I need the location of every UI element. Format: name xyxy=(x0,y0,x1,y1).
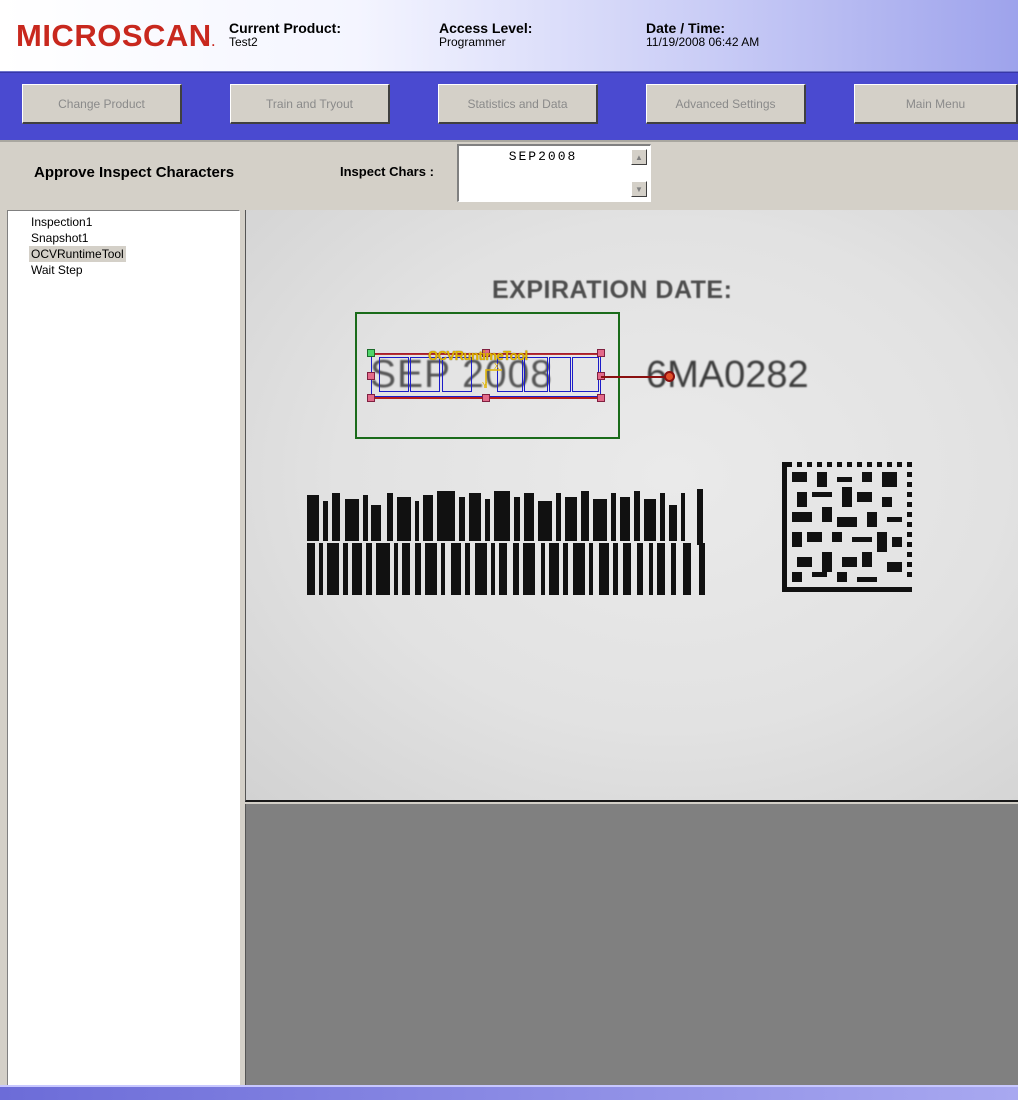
scroll-down-icon[interactable]: ▼ xyxy=(631,181,647,197)
microscan-logo: MICROSCAN. xyxy=(16,18,216,53)
tree-item-inspection1[interactable]: Inspection1 xyxy=(29,214,94,230)
current-product-value: Test2 xyxy=(229,35,258,49)
svg-text:Y: Y xyxy=(482,381,488,390)
resize-handle-icon[interactable] xyxy=(597,349,605,357)
inspection-tree: Inspection1 Snapshot1 OCVRuntimeTool Wai… xyxy=(7,210,240,1085)
svg-text:X: X xyxy=(494,362,500,371)
app-header: MICROSCAN. Current Product: Test2 Access… xyxy=(0,0,1018,72)
statistics-and-data-button[interactable]: Statistics and Data xyxy=(438,84,598,124)
rotate-handle-icon[interactable] xyxy=(367,349,375,357)
char-cell xyxy=(379,357,409,392)
current-product-block: Current Product: Test2 xyxy=(229,20,341,49)
datetime-block: Date / Time: 11/19/2008 06:42 AM xyxy=(646,20,759,49)
camera-image-view[interactable]: EXPIRATION DATE: 6MA0282 SEP 2008 OCVRun… xyxy=(245,210,1018,802)
change-product-button[interactable]: Change Product xyxy=(22,84,182,124)
inspect-chars-scrollbar[interactable]: ▲ ▼ xyxy=(631,149,647,197)
expiration-heading-text: EXPIRATION DATE: xyxy=(492,276,733,304)
train-and-tryout-button[interactable]: Train and Tryout xyxy=(230,84,390,124)
current-product-label: Current Product: xyxy=(229,20,341,36)
datetime-value: 11/19/2008 06:42 AM xyxy=(646,35,760,49)
tool-arm-line xyxy=(601,376,669,378)
resize-handle-icon[interactable] xyxy=(367,372,375,380)
resize-handle-icon[interactable] xyxy=(482,394,490,402)
tree-item-ocvruntimetool[interactable]: OCVRuntimeTool xyxy=(29,246,126,262)
page-title: Approve Inspect Characters xyxy=(34,164,235,181)
results-panel xyxy=(245,804,1018,1085)
inspect-chars-field[interactable]: SEP2008 ▲ ▼ xyxy=(457,144,651,202)
inspect-chars-value: SEP2008 xyxy=(508,149,578,164)
datetime-label: Date / Time: xyxy=(646,20,726,36)
inspect-chars-label: Inspect Chars : xyxy=(340,164,434,179)
datamatrix-image xyxy=(782,462,912,592)
char-cell xyxy=(549,357,571,392)
tree-item-snapshot1[interactable]: Snapshot1 xyxy=(29,230,90,246)
inspect-characters-bar: Approve Inspect Characters Inspect Chars… xyxy=(0,140,1018,208)
main-toolbar: Change Product Train and Tryout Statisti… xyxy=(0,72,1018,140)
scroll-up-icon[interactable]: ▲ xyxy=(631,149,647,165)
resize-handle-icon[interactable] xyxy=(597,394,605,402)
access-level-value: Programmer xyxy=(439,35,506,49)
main-menu-button[interactable]: Main Menu xyxy=(854,84,1018,124)
tool-arm-handle-icon[interactable] xyxy=(664,371,675,382)
resize-handle-icon[interactable] xyxy=(367,394,375,402)
tool-origin-axes-icon: X Y xyxy=(482,362,502,390)
ocv-tool-label: OCVRuntimeTool xyxy=(428,348,528,363)
advanced-settings-button[interactable]: Advanced Settings xyxy=(646,84,806,124)
char-cell xyxy=(572,357,599,392)
access-level-block: Access Level: Programmer xyxy=(439,20,532,49)
access-level-label: Access Level: xyxy=(439,20,533,36)
tree-item-wait-step[interactable]: Wait Step xyxy=(29,262,85,278)
barcode-image xyxy=(307,489,705,595)
status-strip xyxy=(0,1085,1018,1100)
